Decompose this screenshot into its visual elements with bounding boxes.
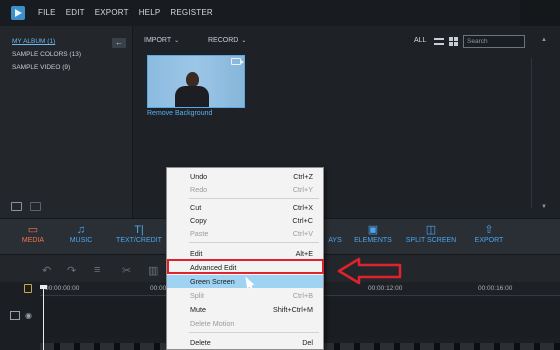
record-dropdown[interactable]: RECORD ⌄ bbox=[208, 37, 246, 44]
eye-icon[interactable]: ◉ bbox=[25, 311, 32, 320]
tab-overlays[interactable]: AYS bbox=[325, 224, 345, 244]
scrollbar-track[interactable] bbox=[531, 58, 532, 208]
tab-export[interactable]: ⇧ EXPORT bbox=[472, 224, 506, 244]
delete-folder-icon[interactable] bbox=[30, 202, 41, 211]
cut-icon[interactable]: ✂ bbox=[122, 264, 131, 277]
annotation-arrow-icon bbox=[337, 257, 402, 285]
folder-icon: ▭ bbox=[27, 224, 39, 236]
annotation-highlight-box bbox=[167, 259, 324, 274]
tab-label: ELEMENTS bbox=[354, 237, 392, 244]
person-image bbox=[186, 72, 199, 87]
redo-icon[interactable]: ↷ bbox=[67, 264, 76, 277]
menu-items: FILE EDIT EXPORT HELP REGISTER bbox=[38, 8, 213, 17]
menu-item-delete-motion[interactable]: Delete Motion bbox=[167, 317, 323, 330]
filter-all[interactable]: ALL bbox=[414, 37, 426, 44]
adjust-icon[interactable]: ≡ bbox=[94, 264, 100, 276]
tab-text-credit[interactable]: T| TEXT/CREDIT bbox=[113, 224, 165, 244]
menu-register[interactable]: REGISTER bbox=[170, 8, 213, 17]
album-sample-colors[interactable]: SAMPLE COLORS (13) bbox=[12, 51, 81, 58]
collapse-panel-button[interactable] bbox=[112, 38, 126, 48]
tab-media[interactable]: ▭ MEDIA bbox=[18, 224, 48, 244]
album-my-album[interactable]: MY ALBUM (1) bbox=[12, 38, 55, 45]
tab-label: AYS bbox=[328, 237, 342, 244]
menu-file[interactable]: FILE bbox=[38, 8, 56, 17]
text-icon: T| bbox=[134, 224, 144, 236]
scroll-down-icon[interactable]: ▼ bbox=[541, 204, 547, 210]
tab-label: MEDIA bbox=[21, 237, 45, 244]
menu-item-delete[interactable]: Delete Del bbox=[167, 336, 323, 349]
menu-item-split[interactable]: Split Ctrl+B bbox=[167, 289, 323, 302]
time-label: 00:00:16:00 bbox=[478, 285, 513, 292]
chevron-down-icon: ⌄ bbox=[241, 38, 247, 44]
list-view-icon[interactable] bbox=[434, 38, 444, 45]
record-label: RECORD bbox=[208, 37, 239, 44]
split-screen-icon: ◫ bbox=[425, 224, 437, 236]
tab-label: TEXT/CREDIT bbox=[116, 237, 162, 244]
playhead[interactable] bbox=[43, 287, 44, 350]
image-icon: ▣ bbox=[367, 224, 379, 236]
music-note-icon: ♫ bbox=[76, 224, 86, 236]
menu-separator bbox=[189, 198, 319, 199]
scroll-up-icon[interactable] bbox=[541, 36, 549, 44]
tab-label: SPLIT SCREEN bbox=[405, 237, 457, 244]
tab-label: MUSIC bbox=[69, 237, 93, 244]
tab-music[interactable]: ♫ MUSIC bbox=[66, 224, 96, 244]
export-icon: ⇧ bbox=[484, 224, 494, 236]
add-folder-icon[interactable] bbox=[11, 202, 22, 211]
import-label: IMPORT bbox=[144, 37, 172, 44]
video-track-icon bbox=[10, 311, 20, 320]
clip-label[interactable]: Remove Background bbox=[147, 110, 212, 117]
menu-separator bbox=[189, 332, 319, 333]
grid-view-icon[interactable] bbox=[449, 37, 458, 46]
tab-elements[interactable]: ▣ ELEMENTS bbox=[352, 224, 394, 244]
undo-icon[interactable]: ↶ bbox=[42, 264, 51, 277]
menu-export[interactable]: EXPORT bbox=[95, 8, 129, 17]
menu-separator bbox=[189, 242, 319, 243]
menu-item-cut[interactable]: Cut Ctrl+X bbox=[167, 201, 323, 214]
video-camera-icon bbox=[231, 58, 244, 65]
album-sample-video[interactable]: SAMPLE VIDEO (9) bbox=[12, 64, 70, 71]
overlay-icon bbox=[325, 224, 345, 237]
menu-bar: FILE EDIT EXPORT HELP REGISTER bbox=[0, 0, 560, 26]
app-logo-icon bbox=[11, 6, 25, 20]
search-input[interactable]: Search bbox=[463, 35, 525, 48]
menu-help[interactable]: HELP bbox=[139, 8, 161, 17]
menu-edit[interactable]: EDIT bbox=[66, 8, 85, 17]
tab-label: EXPORT bbox=[474, 237, 504, 244]
time-label: 00:00:00:00 bbox=[45, 285, 80, 292]
chevron-down-icon: ⌄ bbox=[174, 38, 180, 44]
import-dropdown[interactable]: IMPORT ⌄ bbox=[144, 37, 179, 44]
menu-item-redo[interactable]: Redo Ctrl+Y bbox=[167, 183, 323, 196]
time-label: 00:00:12:00 bbox=[368, 285, 403, 292]
menu-item-copy[interactable]: Copy Ctrl+C bbox=[167, 214, 323, 227]
menu-item-paste[interactable]: Paste Ctrl+V bbox=[167, 227, 323, 240]
window-controls bbox=[520, 0, 560, 26]
delete-icon[interactable]: ▥ bbox=[148, 264, 158, 277]
tab-split-screen[interactable]: ◫ SPLIT SCREEN bbox=[404, 224, 458, 244]
menu-item-undo[interactable]: Undo Ctrl+Z bbox=[167, 170, 323, 183]
marker-icon[interactable] bbox=[24, 284, 32, 293]
menu-item-mute[interactable]: Mute Shift+Ctrl+M bbox=[167, 303, 323, 316]
